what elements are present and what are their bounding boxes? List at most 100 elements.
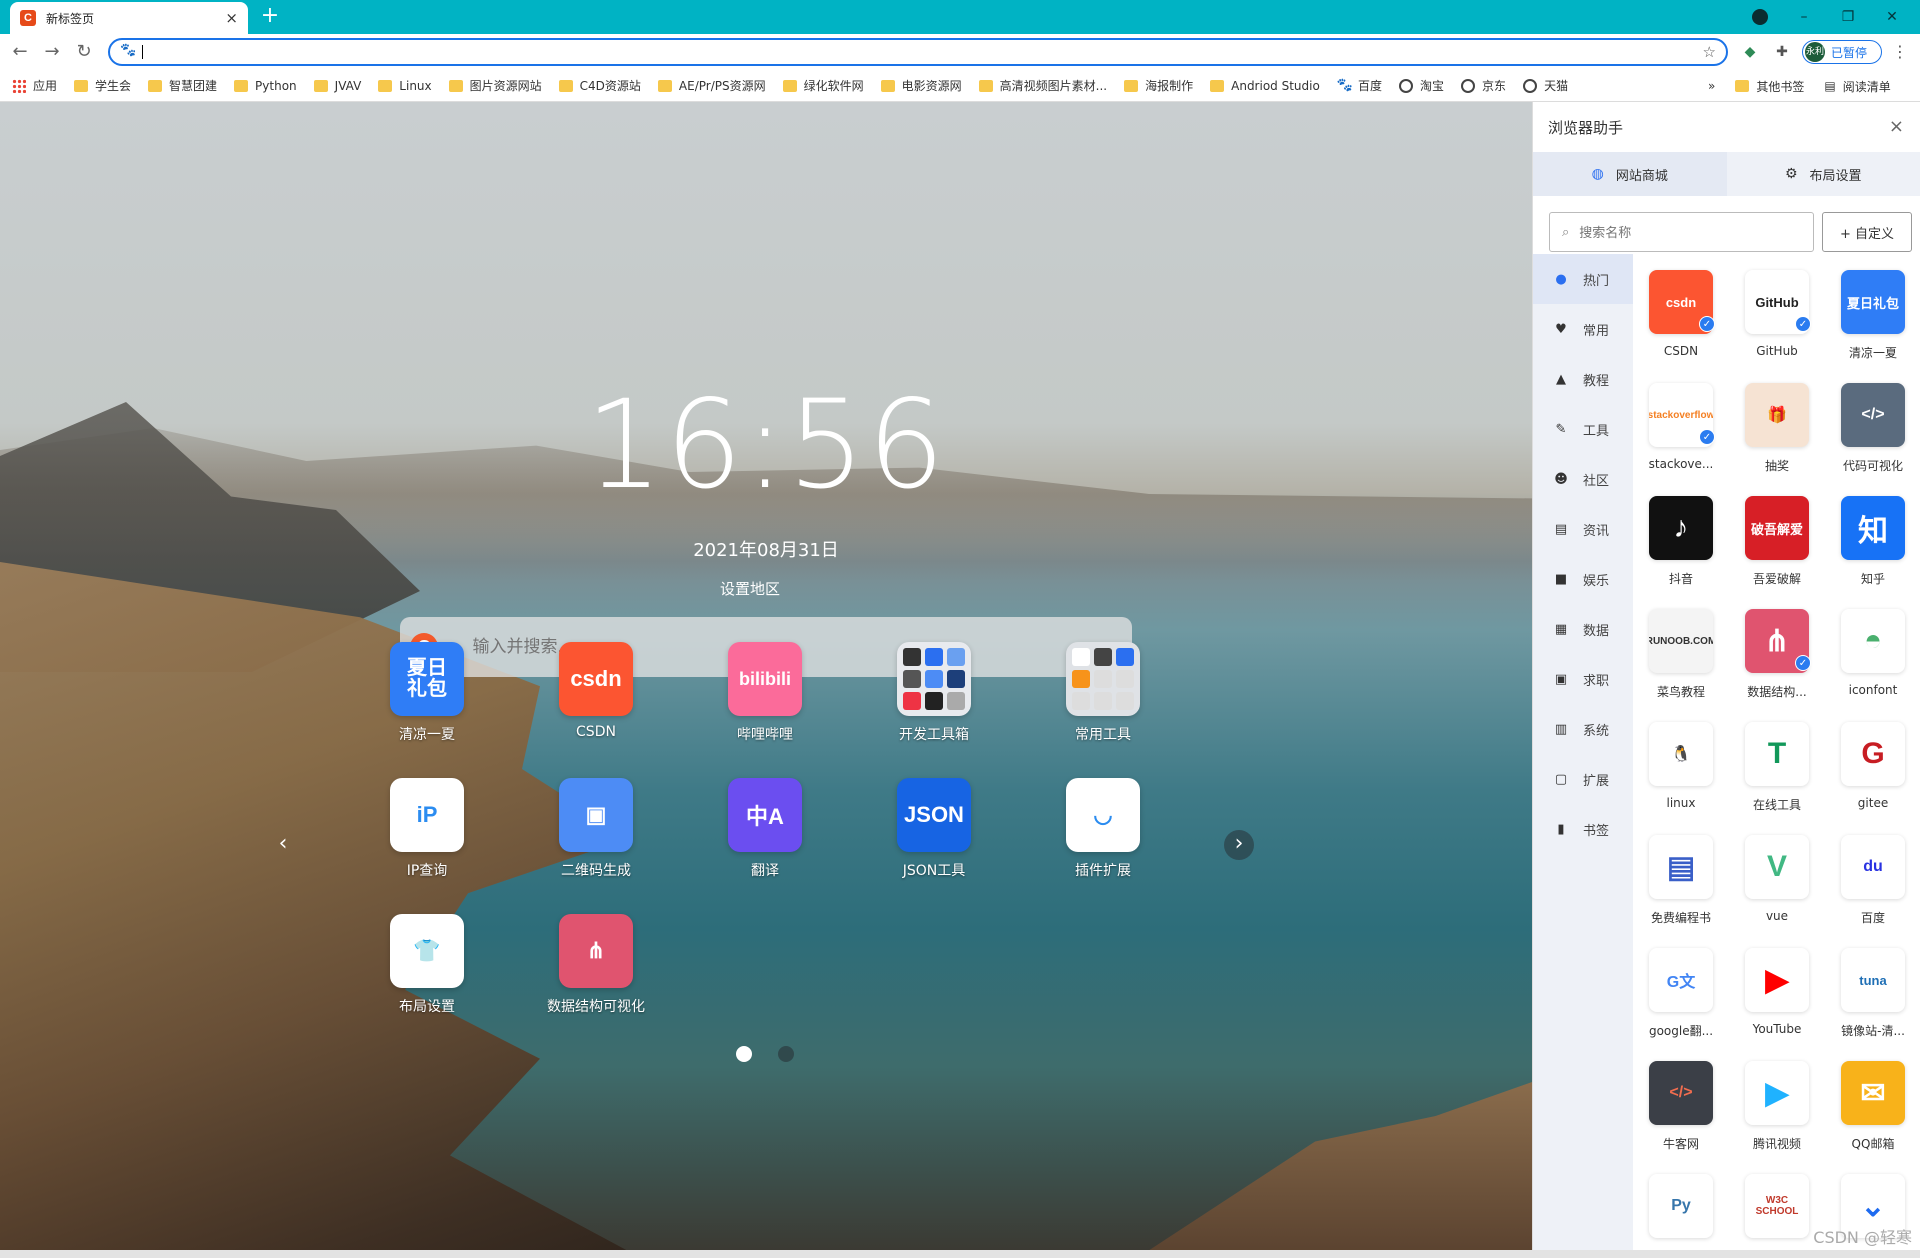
bookmark-item[interactable]: Andriod Studio: [1210, 79, 1320, 93]
category-fire[interactable]: ● 热门: [1533, 254, 1633, 304]
panel-close-icon[interactable]: ×: [1889, 116, 1904, 137]
bookmark-item[interactable]: 应用: [12, 77, 57, 94]
category-data[interactable]: ▦ 数据: [1533, 604, 1633, 654]
site-card[interactable]: </> 代码可视化: [1825, 383, 1920, 474]
bookmark-item[interactable]: 淘宝: [1399, 77, 1444, 94]
site-card[interactable]: ✉ QQ邮箱: [1825, 1061, 1920, 1152]
bookmark-item[interactable]: 天猫: [1523, 77, 1568, 94]
profile-indicator-icon[interactable]: [1752, 9, 1768, 25]
bookmark-item[interactable]: 图片资源网站: [448, 77, 542, 94]
site-card[interactable]: ⋔ ✓ 数据结构...: [1729, 609, 1825, 700]
category-system[interactable]: ▥ 系统: [1533, 704, 1633, 754]
bookmark-item[interactable]: AE/Pr/PS资源网: [657, 77, 766, 94]
bookmark-item[interactable]: JVAV: [313, 79, 361, 93]
app-shortcut[interactable]: 👕 布局设置: [352, 914, 502, 1016]
category-user[interactable]: ▲ 教程: [1533, 354, 1633, 404]
set-region-link[interactable]: 设置地区: [0, 578, 1500, 599]
bookmark-item[interactable]: Linux: [378, 79, 432, 93]
custom-add-button[interactable]: + 自定义: [1822, 212, 1912, 252]
extensions-puzzle-icon[interactable]: ✚: [1772, 42, 1792, 62]
site-card[interactable]: ▤ 免费编程书: [1633, 835, 1729, 926]
site-card[interactable]: G文 google翻...: [1633, 948, 1729, 1039]
bookmark-item[interactable]: 京东: [1461, 77, 1506, 94]
reading-list[interactable]: 阅读清单: [1843, 78, 1891, 95]
site-card[interactable]: W3C SCHOOL: [1729, 1174, 1825, 1248]
site-card[interactable]: 知知乎: [1825, 496, 1920, 587]
minimize-button[interactable]: –: [1782, 0, 1826, 34]
address-bar[interactable]: 🐾 ☆: [108, 38, 1728, 66]
tab-site-store[interactable]: ◍ 网站商城: [1533, 152, 1727, 196]
bookmark-item[interactable]: 海报制作: [1124, 77, 1193, 94]
app-shortcut[interactable]: 夏日 礼包 清凉一夏: [352, 642, 502, 744]
forward-arrow-icon[interactable]: →: [40, 40, 64, 64]
bookmark-item[interactable]: 绿化软件网: [782, 77, 864, 94]
app-shortcut[interactable]: 中A 翻译: [690, 778, 840, 880]
tab-newtab[interactable]: C 新标签页 ×: [10, 2, 248, 34]
site-card[interactable]: du 百度: [1825, 835, 1920, 926]
category-extension[interactable]: ▢ 扩展: [1533, 754, 1633, 804]
site-card[interactable]: Vvue: [1729, 835, 1825, 923]
back-arrow-icon[interactable]: ←: [8, 40, 32, 64]
bookmark-item[interactable]: 高清视频图片素材...: [978, 77, 1107, 94]
site-card[interactable]: </> 牛客网: [1633, 1061, 1729, 1152]
bookmark-item[interactable]: 🐾 百度: [1337, 77, 1382, 94]
app-shortcut[interactable]: iP IP查询: [352, 778, 502, 880]
site-card[interactable]: ◓ iconfont: [1825, 609, 1920, 697]
reload-icon[interactable]: ↻: [72, 40, 96, 64]
app-shortcut[interactable]: csdn CSDN: [521, 642, 671, 740]
page-dot-active[interactable]: [736, 1046, 752, 1062]
address-input[interactable]: [146, 42, 1646, 62]
site-search-input[interactable]: [1577, 223, 1778, 241]
overflow-chevron-icon[interactable]: »: [1708, 79, 1715, 93]
app-shortcut[interactable]: ⋔ 数据结构可视化: [521, 914, 671, 1016]
next-page-arrow-icon[interactable]: ›: [1224, 830, 1254, 860]
prev-page-arrow-icon[interactable]: ‹: [268, 830, 298, 860]
app-shortcut[interactable]: ◡ 插件扩展: [1028, 778, 1178, 880]
category-job[interactable]: ▣ 求职: [1533, 654, 1633, 704]
category-video[interactable]: ■ 娱乐: [1533, 554, 1633, 604]
other-bookmarks[interactable]: 其他书签: [1756, 78, 1804, 95]
site-card[interactable]: 🐧 linux: [1633, 722, 1729, 810]
app-shortcut[interactable]: 开发工具箱: [859, 642, 1009, 744]
app-shortcut[interactable]: ▣ 二维码生成: [521, 778, 671, 880]
site-search-field[interactable]: ⌕: [1549, 212, 1814, 252]
profile-paused-button[interactable]: 永利 已暂停: [1802, 40, 1882, 64]
category-news[interactable]: ▤ 资讯: [1533, 504, 1633, 554]
menu-kebab-icon[interactable]: ⋮: [1890, 42, 1910, 62]
category-community[interactable]: ☻ 社区: [1533, 454, 1633, 504]
site-card[interactable]: GitHub ✓ GitHub: [1729, 270, 1825, 358]
bookmark-item[interactable]: 智慧团建: [148, 77, 217, 94]
close-tab-icon[interactable]: ×: [225, 9, 238, 27]
site-icon: ▶: [1745, 948, 1809, 1012]
site-card[interactable]: 夏日礼包 清凉一夏: [1825, 270, 1920, 361]
page-dot[interactable]: [778, 1046, 794, 1062]
app-shortcut[interactable]: JSON JSON工具: [859, 778, 1009, 880]
site-card[interactable]: csdn ✓ CSDN: [1633, 270, 1729, 358]
site-card[interactable]: 破吾解爱 吾爱破解: [1729, 496, 1825, 587]
restore-button[interactable]: ❐: [1826, 0, 1870, 34]
app-shortcut[interactable]: 常用工具: [1028, 642, 1178, 744]
site-card[interactable]: Py: [1633, 1174, 1729, 1248]
site-card[interactable]: stackoverflow ✓ stackove...: [1633, 383, 1729, 471]
extension-globe-icon[interactable]: ◆: [1740, 42, 1760, 62]
window-close-button[interactable]: ✕: [1870, 0, 1914, 34]
bookmark-item[interactable]: 电影资源网: [880, 77, 962, 94]
bookmark-item[interactable]: C4D资源站: [558, 77, 641, 94]
bookmark-item[interactable]: Python: [234, 79, 297, 93]
app-shortcut[interactable]: bilibili 哔哩哔哩: [690, 642, 840, 744]
site-card[interactable]: ▶ 腾讯视频: [1729, 1061, 1825, 1152]
category-wrench[interactable]: ✎ 工具: [1533, 404, 1633, 454]
site-card[interactable]: RUNOOB.COM 菜鸟教程: [1633, 609, 1729, 700]
category-heart[interactable]: ♥ 常用: [1533, 304, 1633, 354]
category-bookmark[interactable]: ▮ 书签: [1533, 804, 1633, 854]
new-tab-button[interactable]: +: [258, 5, 282, 29]
site-card[interactable]: Ggitee: [1825, 722, 1920, 810]
site-card[interactable]: T 在线工具: [1729, 722, 1825, 813]
site-card[interactable]: ♪ 抖音: [1633, 496, 1729, 587]
bookmark-item[interactable]: 学生会: [74, 77, 131, 94]
site-card[interactable]: tuna 镜像站-清...: [1825, 948, 1920, 1039]
bookmark-star-icon[interactable]: ☆: [1703, 43, 1716, 61]
tab-layout-settings[interactable]: ⚙ 布局设置: [1727, 152, 1920, 196]
site-card[interactable]: 🎁 抽奖: [1729, 383, 1825, 474]
site-card[interactable]: ▶ YouTube: [1729, 948, 1825, 1036]
